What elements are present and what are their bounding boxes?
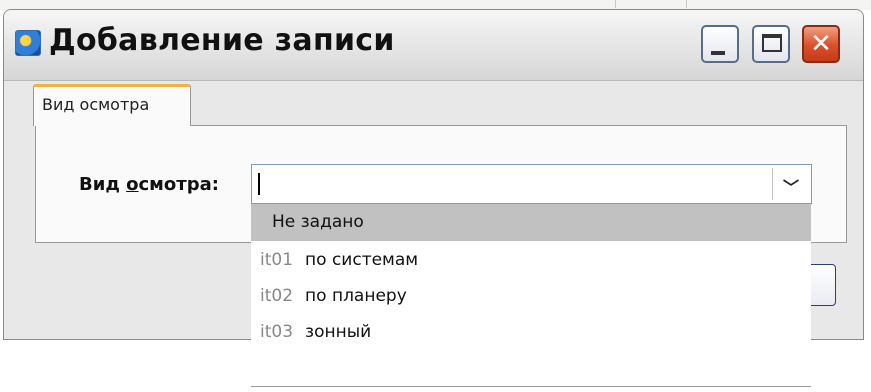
label-suffix: смотра: [138,174,219,195]
item-code: it03 [260,322,294,342]
text-caret [258,173,260,195]
dropdown-list: Не задано it01 по системам it02 по планеру… [251,204,811,387]
minimize-button[interactable] [701,25,739,63]
dropdown-toggle-button[interactable]: ﹀ [772,168,808,200]
minimize-icon [711,51,725,55]
maximize-icon [762,34,782,52]
tab-vid-osmotra[interactable]: Вид осмотра [33,84,191,126]
dropdown-item-it01[interactable]: it01 по системам [251,242,811,279]
maximize-button[interactable] [752,25,790,63]
dropdown-item-not-set[interactable]: Не задано [251,204,811,241]
background-window-edge [615,0,687,8]
title-bar[interactable]: Добавление записи ✕ [4,10,863,81]
inspection-type-label: Вид осмотра: [79,174,219,195]
tab-label: Вид осмотра [42,95,150,114]
dropdown-item-it03[interactable]: it03 зонный [251,314,811,351]
inspection-type-combobox[interactable]: ﹀ [251,164,812,204]
close-button[interactable]: ✕ [802,25,840,63]
item-label: зонный [305,322,372,342]
item-code: it01 [260,250,294,270]
item-label: по системам [305,250,419,270]
item-label: по планеру [305,286,407,306]
label-prefix: Вид [79,174,127,195]
dropdown-item-it02[interactable]: it02 по планеру [251,278,811,315]
label-mnemonic: о [126,174,139,195]
item-label: Не задано [272,212,364,232]
app-globe-icon [15,30,41,56]
close-icon: ✕ [810,29,832,59]
window-title: Добавление записи [49,23,395,58]
item-code: it02 [260,286,294,306]
chevron-down-icon: ﹀ [783,178,800,197]
